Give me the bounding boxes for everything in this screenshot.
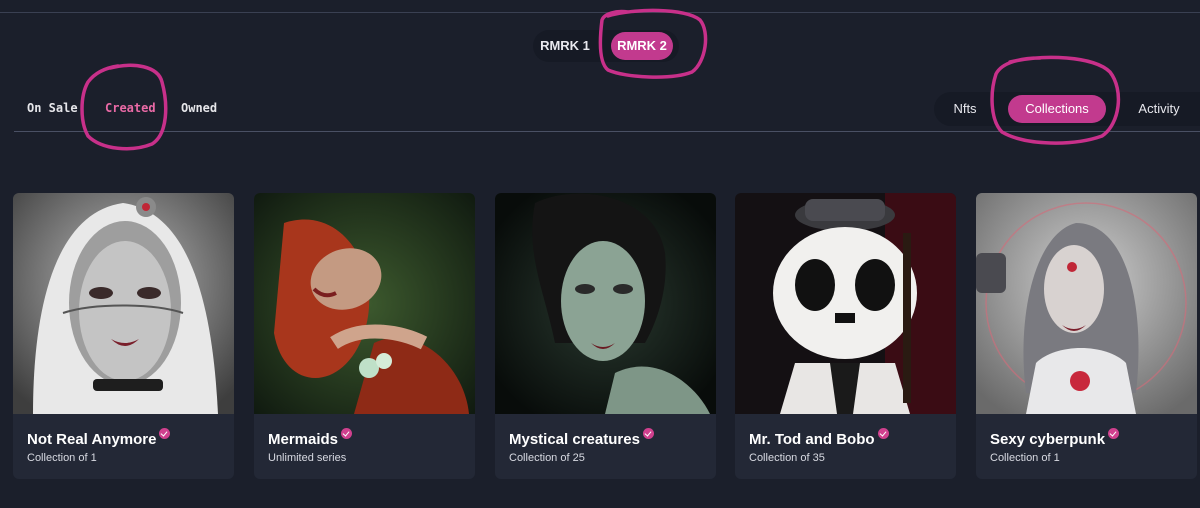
rmrk1-button[interactable]: RMRK 1: [537, 32, 593, 60]
collection-card[interactable]: Mr. Tod and Bobo Collection of 35: [735, 193, 956, 479]
activity-button[interactable]: Activity: [1128, 95, 1190, 123]
collection-card[interactable]: Mermaids Unlimited series: [254, 193, 475, 479]
tab-owned[interactable]: Owned: [181, 97, 217, 119]
tab-created[interactable]: Created: [105, 97, 156, 119]
collection-title: Mermaids: [268, 428, 353, 448]
rmrk-version-toggle: RMRK 1 RMRK 2: [533, 30, 679, 62]
verified-badge-icon: [159, 428, 171, 439]
verified-badge-icon: [1108, 428, 1120, 439]
collection-image-vampire: [495, 193, 716, 414]
collection-subtitle: Collection of 1: [27, 452, 97, 464]
collection-image-mermaid: [254, 193, 475, 414]
collection-subtitle: Collection of 35: [749, 452, 825, 464]
collection-image-cyborg-portrait: [13, 193, 234, 414]
collection-card[interactable]: Mystical creatures Collection of 25: [495, 193, 716, 479]
collection-title: Not Real Anymore: [27, 428, 171, 448]
verified-badge-icon: [341, 428, 353, 439]
rmrk2-button[interactable]: RMRK 2: [611, 32, 673, 60]
collection-card[interactable]: Sexy cyberpunk Collection of 1: [976, 193, 1197, 479]
top-divider: [0, 12, 1200, 13]
collection-image-cyberpunk: [976, 193, 1197, 414]
collection-title: Sexy cyberpunk: [990, 428, 1120, 448]
nfts-button[interactable]: Nfts: [942, 95, 988, 123]
verified-badge-icon: [642, 428, 654, 439]
view-switch: Nfts Collections Activity: [934, 92, 1200, 126]
collections-button[interactable]: Collections: [1008, 95, 1106, 123]
collection-subtitle: Collection of 25: [509, 452, 585, 464]
tabs-divider: [14, 131, 1200, 132]
collection-card[interactable]: Not Real Anymore Collection of 1: [13, 193, 234, 479]
collection-subtitle: Unlimited series: [268, 452, 347, 464]
collection-image-gangster-toy: [735, 193, 956, 414]
collection-title: Mystical creatures: [509, 428, 654, 448]
tab-on-sale[interactable]: On Sale: [27, 97, 78, 119]
verified-badge-icon: [877, 428, 889, 439]
collection-title: Mr. Tod and Bobo: [749, 428, 889, 448]
collection-subtitle: Collection of 1: [990, 452, 1060, 464]
